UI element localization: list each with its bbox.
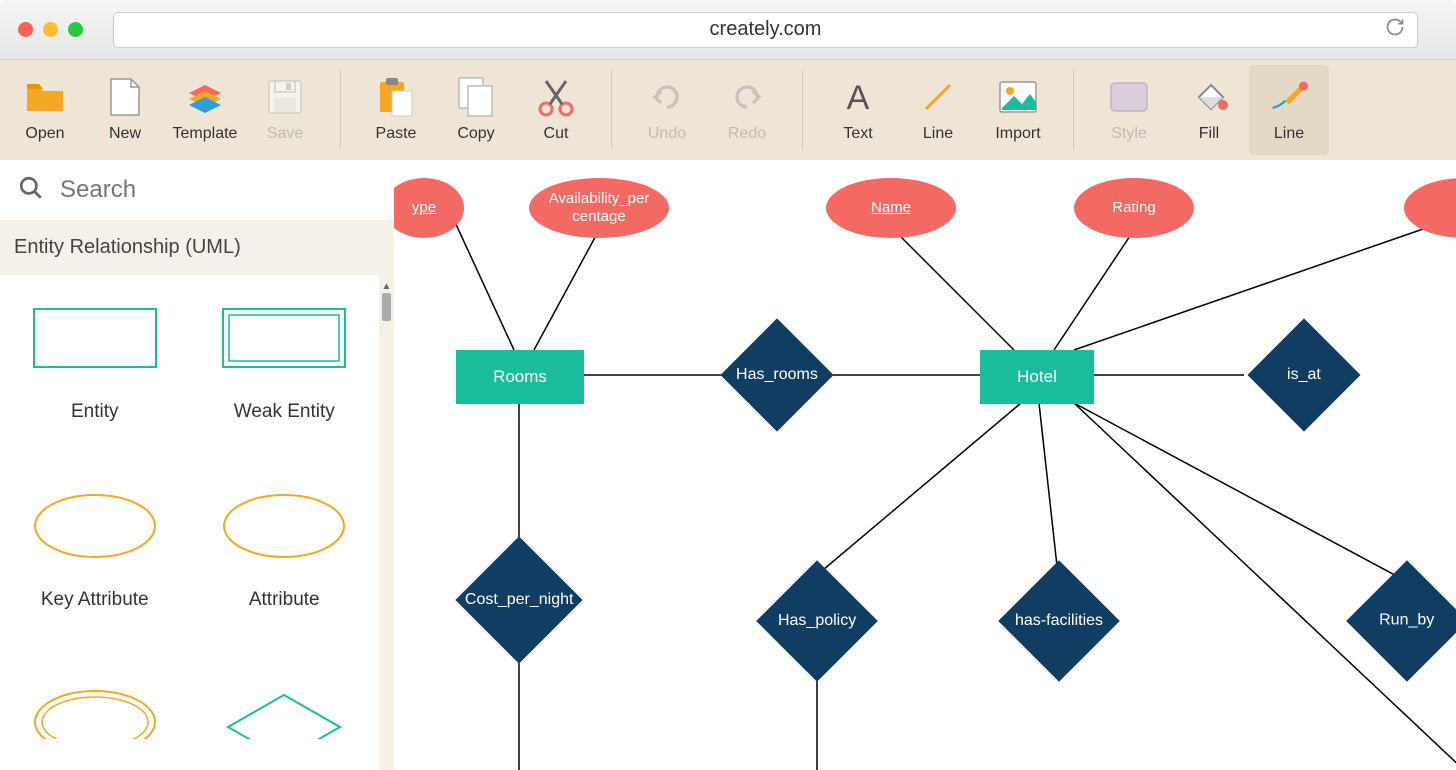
browser-chrome: creately.com — [0, 0, 1456, 60]
new-file-icon — [105, 77, 145, 117]
shape-palette: ▲ Entity Weak Entity — [0, 275, 394, 770]
line-button[interactable]: Line — [898, 65, 978, 155]
line-icon — [918, 77, 958, 117]
fill-label: Fill — [1199, 125, 1219, 143]
scrollbar-thumb[interactable] — [382, 293, 391, 321]
relationship-shape-icon — [219, 681, 349, 747]
redo-icon — [727, 77, 767, 117]
scrollbar[interactable]: ▲ — [379, 275, 394, 770]
weak-entity-shape-icon — [219, 305, 349, 371]
shape-category-label[interactable]: Entity Relationship (UML) — [0, 220, 394, 275]
style-icon — [1109, 77, 1149, 117]
toolbar-divider — [1073, 70, 1074, 150]
entity-shape-label: Entity — [71, 401, 119, 423]
scroll-up-icon[interactable]: ▲ — [379, 281, 394, 291]
new-button[interactable]: New — [85, 65, 165, 155]
search-input[interactable] — [60, 176, 376, 204]
save-icon — [265, 77, 305, 117]
copy-label: Copy — [457, 125, 494, 143]
undo-icon — [647, 77, 687, 117]
text-button[interactable]: A Text — [818, 65, 898, 155]
shape-attribute[interactable]: Attribute — [200, 493, 370, 611]
import-icon — [998, 77, 1038, 117]
text-icon: A — [838, 77, 878, 117]
url-text: creately.com — [710, 18, 822, 41]
copy-icon — [456, 77, 496, 117]
paste-icon — [376, 77, 416, 117]
save-label: Save — [267, 125, 303, 143]
open-button[interactable]: Open — [5, 65, 85, 155]
entity-shape-icon — [30, 305, 160, 371]
entity-hotel[interactable]: Hotel — [980, 350, 1094, 404]
svg-text:A: A — [847, 79, 870, 115]
copy-button[interactable]: Copy — [436, 65, 516, 155]
cut-icon — [536, 77, 576, 117]
redo-button: Redo — [707, 65, 787, 155]
url-bar[interactable]: creately.com — [113, 12, 1418, 48]
shape-sidebar: Entity Relationship (UML) ▲ Entity Weak — [0, 160, 394, 770]
cut-label: Cut — [544, 125, 569, 143]
attribute-shape-label: Attribute — [249, 589, 320, 611]
style-label: Style — [1111, 125, 1147, 143]
shape-relationship[interactable] — [200, 681, 370, 770]
shape-weak-entity[interactable]: Weak Entity — [200, 305, 370, 423]
search-row — [0, 160, 394, 220]
open-label: Open — [25, 125, 64, 143]
diagram-connectors — [394, 160, 1456, 770]
import-button[interactable]: Import — [978, 65, 1058, 155]
close-window-icon[interactable] — [18, 22, 33, 37]
redo-label: Redo — [728, 125, 766, 143]
shape-key-attribute[interactable]: Key Attribute — [10, 493, 180, 611]
save-button: Save — [245, 65, 325, 155]
paste-button[interactable]: Paste — [356, 65, 436, 155]
attribute-shape-icon — [219, 493, 349, 559]
shape-multivalued-attribute[interactable] — [10, 681, 180, 770]
weak-entity-shape-label: Weak Entity — [234, 401, 335, 423]
folder-icon — [25, 77, 65, 117]
pencil-icon — [1269, 77, 1309, 117]
toolbar-divider — [611, 70, 612, 150]
toolbar-divider — [802, 70, 803, 150]
search-icon[interactable] — [18, 175, 44, 206]
undo-label: Undo — [648, 125, 686, 143]
text-label: Text — [843, 125, 872, 143]
new-label: New — [109, 125, 141, 143]
key-attribute-shape-icon — [30, 493, 160, 559]
undo-button: Undo — [627, 65, 707, 155]
line-style-button[interactable]: Line — [1249, 65, 1329, 155]
attribute-name[interactable]: Name — [826, 178, 956, 238]
line-label: Line — [923, 125, 953, 143]
key-attribute-shape-label: Key Attribute — [41, 589, 149, 611]
template-button[interactable]: Template — [165, 65, 245, 155]
template-label: Template — [173, 125, 238, 143]
paste-label: Paste — [376, 125, 417, 143]
fill-button[interactable]: Fill — [1169, 65, 1249, 155]
style-button: Style — [1089, 65, 1169, 155]
template-icon — [185, 77, 225, 117]
fill-icon — [1189, 77, 1229, 117]
reload-icon[interactable] — [1385, 17, 1405, 43]
multivalued-attribute-shape-icon — [30, 681, 160, 747]
entity-rooms[interactable]: Rooms — [456, 350, 584, 404]
attribute-availability[interactable]: Availability_per centage — [529, 178, 669, 238]
attribute-rating[interactable]: Rating — [1074, 178, 1194, 238]
toolbar: Open New Template Save Paste — [0, 60, 1456, 160]
maximize-window-icon[interactable] — [68, 22, 83, 37]
toolbar-divider — [340, 70, 341, 150]
cut-button[interactable]: Cut — [516, 65, 596, 155]
window-controls — [18, 22, 83, 37]
minimize-window-icon[interactable] — [43, 22, 58, 37]
line-style-label: Line — [1274, 125, 1304, 143]
diagram-canvas[interactable]: ype Availability_per centage Name Rating… — [394, 160, 1456, 770]
shape-entity[interactable]: Entity — [10, 305, 180, 423]
import-label: Import — [995, 125, 1040, 143]
